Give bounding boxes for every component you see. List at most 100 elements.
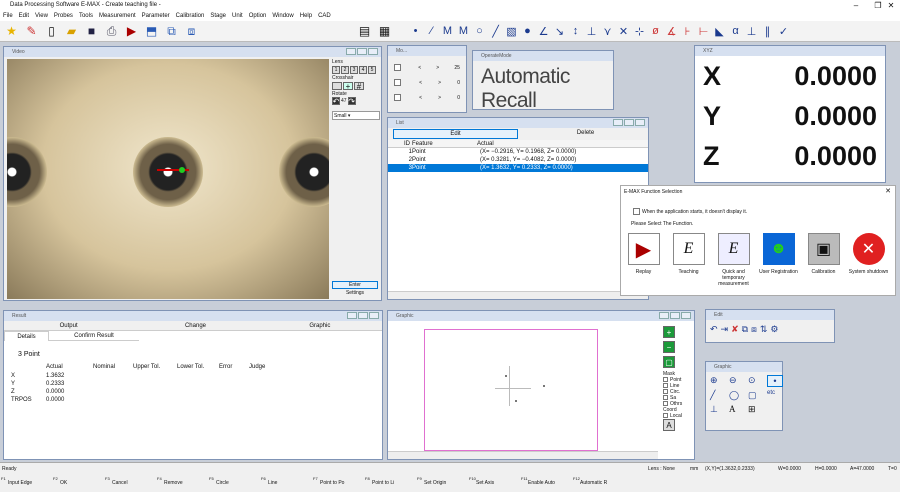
camera-view[interactable] xyxy=(7,59,329,299)
draw-circle-icon[interactable]: ◯ xyxy=(729,390,745,401)
tab-graphic[interactable]: Graphic xyxy=(258,321,382,330)
close-icon[interactable] xyxy=(369,312,379,319)
text-icon[interactable]: A xyxy=(663,419,675,431)
hatch-icon[interactable]: ▧ xyxy=(505,23,518,40)
close-icon[interactable]: ✕ xyxy=(885,186,891,198)
star-icon[interactable]: ★ xyxy=(3,23,20,40)
intersect-icon[interactable]: ⋎ xyxy=(601,23,614,40)
menu-window[interactable]: Window xyxy=(272,11,293,21)
check-local[interactable]: Local xyxy=(663,413,693,419)
fkey-point-to-point[interactable]: F7 Point to Po xyxy=(312,474,364,492)
report-icon[interactable]: ▦ xyxy=(376,23,393,40)
select-point-icon[interactable]: • xyxy=(767,375,783,387)
fkey-set-origin[interactable]: F9 Set Origin xyxy=(416,474,468,492)
tab-confirm-result[interactable]: Confirm Result xyxy=(49,331,139,341)
shutdown-button[interactable]: ✕ System shutdown xyxy=(846,233,891,287)
properties-icon[interactable]: ⚙ xyxy=(770,324,778,335)
check-icon[interactable]: ✓ xyxy=(777,23,790,40)
insert-icon[interactable]: ⇥ xyxy=(721,324,729,335)
diameter-icon[interactable]: ø xyxy=(649,23,662,40)
size-select[interactable]: Small ▾ xyxy=(332,111,380,120)
menu-measurement[interactable]: Measurement xyxy=(99,11,136,21)
edit-button[interactable]: Edit xyxy=(393,129,518,139)
minimize-icon[interactable]: – xyxy=(845,0,867,11)
calibration-button[interactable]: ▣ Calibration xyxy=(801,233,846,287)
export-icon[interactable]: ⬒ xyxy=(143,23,160,40)
open-folder-icon[interactable]: ▰ xyxy=(63,23,80,40)
height-icon[interactable]: ↕ xyxy=(569,23,582,40)
fit-icon[interactable]: ▢ xyxy=(663,356,675,368)
angle-icon[interactable]: ∠ xyxy=(537,23,550,40)
zoom-window-icon[interactable]: ⊙ xyxy=(748,375,764,387)
quick-measurement-button[interactable]: E Quick and temporary measurement xyxy=(711,233,756,287)
perp-icon[interactable]: ⊥ xyxy=(745,23,758,40)
tab-change[interactable]: Change xyxy=(133,321,257,330)
parallel-icon[interactable]: ∥ xyxy=(761,23,774,40)
menu-probes[interactable]: Probes xyxy=(54,11,73,21)
fkey-remove[interactable]: F4 Remove xyxy=(156,474,208,492)
menu-parameter[interactable]: Parameter xyxy=(142,11,170,21)
zoom-out-icon[interactable]: − xyxy=(663,341,675,353)
graphic-canvas[interactable] xyxy=(424,329,598,451)
rotate-ccw-icon[interactable]: ↶ xyxy=(332,97,340,106)
maximize-icon[interactable] xyxy=(358,312,368,319)
menu-stage[interactable]: Stage xyxy=(210,11,226,21)
line-icon[interactable]: ╱ xyxy=(489,23,502,40)
coordinate-icon[interactable]: ⊢ xyxy=(697,23,710,40)
decrease-button[interactable]: < xyxy=(419,80,422,86)
play-icon[interactable]: ▶ xyxy=(123,23,140,40)
alpha-icon[interactable]: α xyxy=(729,23,742,40)
list-row[interactable]: 1 Point (X= −0.2916, Y= 0.1968, Z= 0.0000) xyxy=(388,148,648,156)
tolerance-angle-icon[interactable]: ∡ xyxy=(665,23,678,40)
hide-on-start-checkbox[interactable]: When the application starts, it doesn't … xyxy=(621,198,895,215)
minimize-icon[interactable] xyxy=(347,312,357,319)
draw-line-icon[interactable]: ╱ xyxy=(710,390,726,401)
teaching-button[interactable]: E Teaching xyxy=(666,233,711,287)
list-row[interactable]: 2 Point (X= 0.3281, Y= −0.4082, Z= 0.0000) xyxy=(388,156,648,164)
cross-icon[interactable]: ✕ xyxy=(617,23,630,40)
menu-calibration[interactable]: Calibration xyxy=(176,11,205,21)
lens-3-button[interactable]: 3 xyxy=(350,66,358,74)
menu-edit[interactable]: Edit xyxy=(19,11,29,21)
enter-button[interactable]: Enter xyxy=(332,281,378,289)
close-icon[interactable] xyxy=(681,312,691,319)
replay-button[interactable]: ▶ Replay xyxy=(621,233,666,287)
fkey-enable-auto[interactable]: F11 Enable Auto xyxy=(520,474,572,492)
datum-icon[interactable]: ◣ xyxy=(713,23,726,40)
new-file-icon[interactable]: ▯ xyxy=(43,23,60,40)
close-icon[interactable] xyxy=(368,48,378,55)
paste-icon[interactable]: ⧈ xyxy=(751,324,757,335)
scatter-point-icon[interactable]: ⁄ xyxy=(425,23,438,40)
print-icon[interactable]: ⎙ xyxy=(103,23,120,40)
circle-icon[interactable]: ○ xyxy=(473,23,486,40)
save-icon[interactable]: ■ xyxy=(83,23,100,40)
settings-link[interactable]: Settings xyxy=(332,290,378,296)
zoom-out-icon[interactable]: ⊖ xyxy=(729,375,745,387)
tab-output[interactable]: Output xyxy=(4,321,133,330)
decrease-button[interactable]: < xyxy=(419,95,422,101)
zoom-in-icon[interactable]: ⊕ xyxy=(710,375,726,387)
midpoint-icon[interactable]: ⊹ xyxy=(633,23,646,40)
close-icon[interactable]: ✕ xyxy=(880,0,900,11)
menu-unit[interactable]: Unit xyxy=(232,11,243,21)
draw-rect-icon[interactable]: ▢ xyxy=(748,390,764,401)
delete-button[interactable]: Delete xyxy=(523,128,648,140)
tab-details[interactable]: Details xyxy=(4,331,49,341)
increase-button[interactable]: > xyxy=(436,65,439,71)
table-icon[interactable]: ⊞ xyxy=(748,404,764,415)
dimension-icon[interactable]: ⊥ xyxy=(710,404,726,415)
etc-icon[interactable]: etc xyxy=(767,390,783,401)
menu-option[interactable]: Option xyxy=(249,11,267,21)
crosshair-cross-button[interactable]: + xyxy=(343,82,353,91)
zoom-in-icon[interactable]: + xyxy=(663,326,675,338)
delete-icon[interactable]: ✘ xyxy=(731,324,739,335)
sort-icon[interactable]: ⇅ xyxy=(760,324,768,335)
lens-5-button[interactable]: 5 xyxy=(368,66,376,74)
paste-icon[interactable]: ⧈ xyxy=(183,23,200,40)
fkey-point-to-line[interactable]: F8 Point to Li xyxy=(364,474,416,492)
fkey-cancel[interactable]: F3 Cancel xyxy=(104,474,156,492)
point-icon[interactable]: • xyxy=(409,23,422,40)
graphic-scrollbar[interactable] xyxy=(388,451,658,459)
crosshair-grid-button[interactable]: # xyxy=(354,82,364,91)
fkey-circle[interactable]: F5 Circle xyxy=(208,474,260,492)
